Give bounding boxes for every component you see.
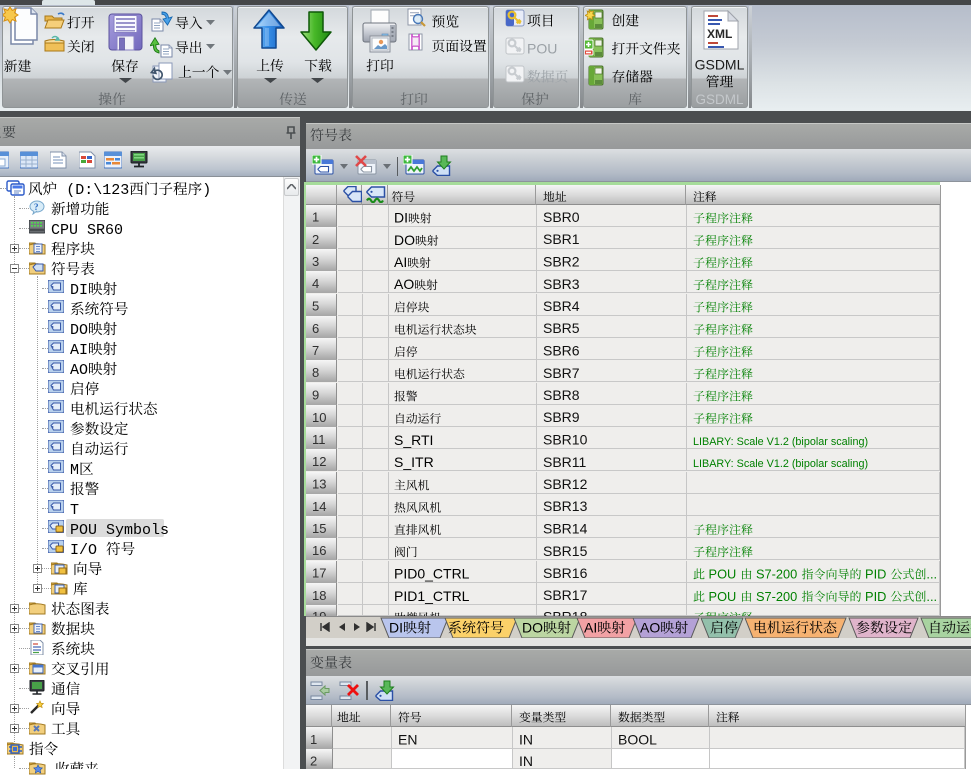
svg-text:?: ? (34, 202, 39, 212)
svg-text:XML: XML (707, 27, 732, 41)
